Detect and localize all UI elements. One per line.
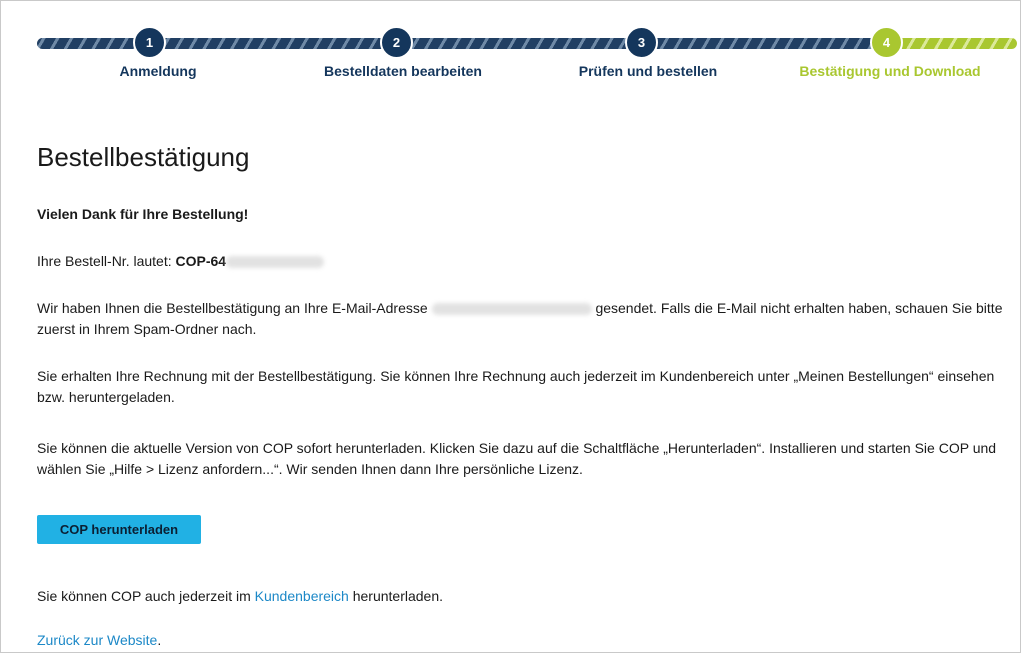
back-to-website-link[interactable]: Zurück zur Website	[37, 632, 157, 648]
redacted-email	[431, 303, 592, 316]
step-3-label: Prüfen und bestellen	[578, 63, 718, 79]
customer-area-text: Sie können COP auch jederzeit im Kundenb…	[37, 588, 444, 604]
step-2-label: Bestelldaten bearbeiten	[324, 63, 482, 79]
download-button[interactable]: COP herunterladen	[37, 515, 201, 544]
step-4-label: Bestätigung und Download	[799, 63, 981, 79]
step-3-circle: 3	[625, 26, 658, 59]
thanks-message: Vielen Dank für Ihre Bestellung!	[37, 206, 249, 222]
step-1-label: Anmeldung	[119, 63, 197, 79]
invoice-text: Sie erhalten Ihre Rechnung mit der Beste…	[37, 368, 995, 405]
download-instructions: Sie können die aktuelle Version von COP …	[37, 440, 997, 477]
step-1-circle: 1	[133, 26, 166, 59]
order-number-line: Ihre Bestell-Nr. lautet: COP-64	[37, 251, 1007, 272]
step-2-circle: 2	[380, 26, 413, 59]
customer-area-link[interactable]: Kundenbereich	[255, 588, 349, 604]
order-number-value: COP-64	[175, 253, 227, 269]
redacted-order-number	[226, 256, 325, 269]
order-confirmation-page: 1 2 3 4 Anmeldung Bestelldaten bearbeite…	[0, 0, 1021, 653]
email-confirmation-text: Wir haben Ihnen die Bestellbestätigung a…	[37, 300, 1003, 337]
back-to-website-line: Zurück zur Website.	[37, 632, 162, 648]
order-number-prefix: Ihre Bestell-Nr. lautet:	[37, 253, 176, 269]
page-title: Bestellbestätigung	[37, 142, 250, 172]
step-4-circle: 4	[870, 26, 903, 59]
